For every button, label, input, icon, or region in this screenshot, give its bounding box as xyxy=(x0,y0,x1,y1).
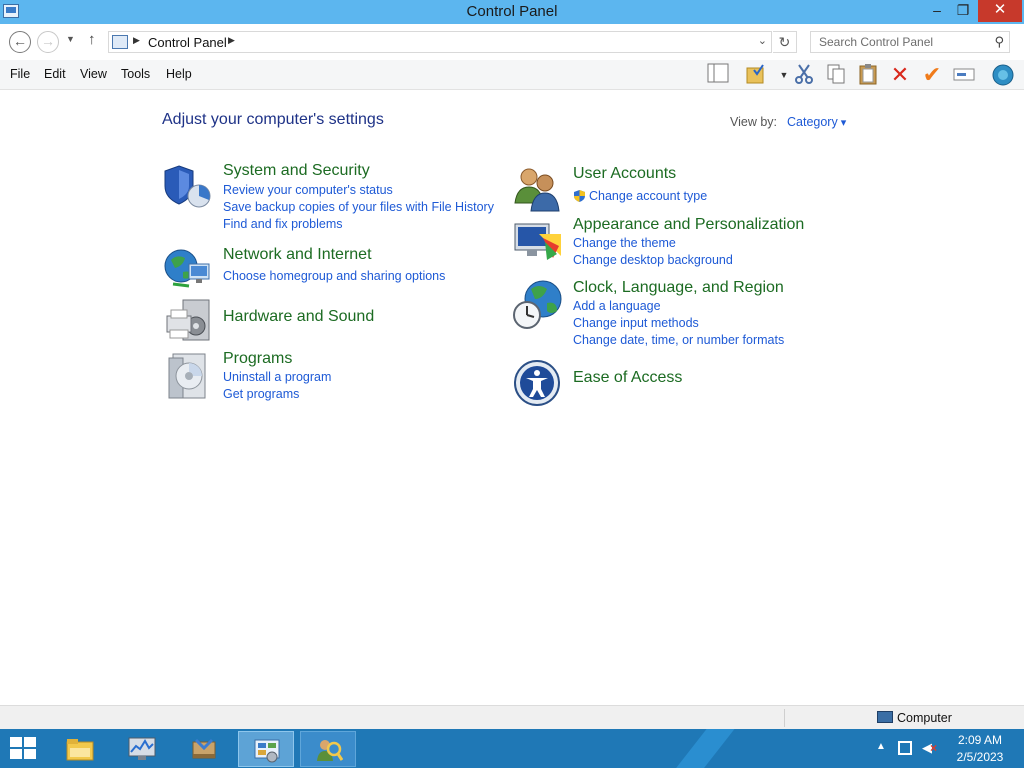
menu-tools[interactable]: Tools xyxy=(121,67,150,81)
ease-of-access-icon[interactable] xyxy=(513,359,563,409)
user-search-icon[interactable] xyxy=(300,731,356,767)
computer-icon xyxy=(877,711,893,723)
link-change-desktop-background[interactable]: Change desktop background xyxy=(573,253,733,267)
monitor-palette-icon[interactable] xyxy=(513,216,563,266)
shield-icon[interactable] xyxy=(163,162,213,212)
link-change-date-time-formats[interactable]: Change date, time, or number formats xyxy=(573,333,784,347)
address-bar[interactable]: ▶ Control Panel ▶ ⌄ xyxy=(108,31,772,53)
menu-bar: File Edit View Tools Help ▼ ✕ ✔ xyxy=(0,60,1024,90)
close-button[interactable]: ✕ xyxy=(978,0,1022,22)
minimize-button[interactable]: – xyxy=(924,0,950,22)
rename-icon[interactable] xyxy=(952,63,976,87)
layout-icon[interactable] xyxy=(706,63,730,87)
link-uninstall-program[interactable]: Uninstall a program xyxy=(223,370,331,384)
link-get-programs[interactable]: Get programs xyxy=(223,387,299,401)
shell-icon[interactable] xyxy=(991,63,1015,87)
title-bar: Control Panel – ❐ ✕ xyxy=(0,0,1024,24)
window-title: Control Panel xyxy=(466,3,558,20)
search-box[interactable]: ⚲ xyxy=(810,31,1010,53)
search-icon[interactable]: ⚲ xyxy=(994,34,1004,50)
category-system-and-security: System and Security Review your computer… xyxy=(163,162,494,232)
breadcrumb-control-panel[interactable]: Control Panel xyxy=(148,35,227,50)
recent-locations-dropdown[interactable]: ▼ xyxy=(66,34,75,44)
copy-icon[interactable] xyxy=(824,63,848,87)
menu-help[interactable]: Help xyxy=(166,67,192,81)
category-title[interactable]: Appearance and Personalization xyxy=(573,216,804,234)
control-panel-icon xyxy=(112,35,128,49)
taskbar-decoration xyxy=(664,729,738,768)
address-dropdown-icon[interactable]: ⌄ xyxy=(758,34,767,47)
category-user-accounts: User Accounts Change account type xyxy=(513,165,843,215)
clock-time[interactable]: 2:09 AM xyxy=(955,733,1005,747)
menu-file[interactable]: File xyxy=(10,67,30,81)
link-label[interactable]: Change account type xyxy=(589,189,707,203)
category-title[interactable]: Hardware and Sound xyxy=(223,308,374,326)
view-by-dropdown[interactable]: Category xyxy=(787,115,846,129)
file-explorer-icon[interactable] xyxy=(52,731,108,767)
show-hidden-icons-button[interactable]: ▲ xyxy=(876,741,886,752)
link-find-fix-problems[interactable]: Find and fix problems xyxy=(223,217,343,231)
uac-shield-icon xyxy=(574,190,585,202)
category-title[interactable]: Network and Internet xyxy=(223,246,372,264)
category-title[interactable]: User Accounts xyxy=(573,165,676,183)
performance-monitor-icon[interactable] xyxy=(114,731,170,767)
delete-icon[interactable]: ✕ xyxy=(888,63,912,87)
category-title[interactable]: Clock, Language, and Region xyxy=(573,279,784,297)
forward-button[interactable]: → xyxy=(37,31,59,53)
link-add-language[interactable]: Add a language xyxy=(573,299,661,313)
programs-disc-icon[interactable] xyxy=(163,350,213,400)
start-button[interactable] xyxy=(10,737,36,761)
status-label: Computer xyxy=(897,711,952,725)
menu-edit[interactable]: Edit xyxy=(44,67,66,81)
status-divider xyxy=(784,709,785,727)
maximize-button[interactable]: ❐ xyxy=(950,0,976,22)
back-button[interactable]: ← xyxy=(9,31,31,53)
menu-view[interactable]: View xyxy=(80,67,107,81)
main-content: Adjust your computer's settings View by:… xyxy=(0,91,1024,705)
link-change-input-methods[interactable]: Change input methods xyxy=(573,316,699,330)
category-network-and-internet: Network and Internet Choose homegroup an… xyxy=(163,246,493,296)
category-appearance-and-personalization: Appearance and Personalization Change th… xyxy=(513,216,843,270)
breadcrumb-chevron-icon[interactable]: ▶ xyxy=(228,35,235,46)
paste-icon[interactable] xyxy=(856,63,880,87)
category-title[interactable]: System and Security xyxy=(223,162,370,180)
breadcrumb-chevron-icon[interactable]: ▶ xyxy=(133,35,140,46)
checkmark-icon[interactable]: ✔ xyxy=(920,63,944,87)
network-icon[interactable] xyxy=(898,741,912,755)
clock-date[interactable]: 2/5/2023 xyxy=(955,750,1005,764)
category-hardware-and-sound: Hardware and Sound xyxy=(163,296,493,346)
printer-icon[interactable] xyxy=(163,296,213,346)
clock-globe-icon[interactable] xyxy=(513,279,563,329)
address-toolbar: ← → ▼ ↑ ▶ Control Panel ▶ ⌄ ↻ ⚲ xyxy=(0,24,1024,60)
category-programs: Programs Uninstall a program Get program… xyxy=(163,350,493,404)
control-panel-icon[interactable] xyxy=(238,731,294,767)
link-review-status[interactable]: Review your computer's status xyxy=(223,183,393,197)
network-globe-icon[interactable] xyxy=(163,246,213,296)
category-ease-of-access: Ease of Access xyxy=(513,359,843,409)
users-icon[interactable] xyxy=(513,165,563,215)
link-file-history[interactable]: Save backup copies of your files with Fi… xyxy=(223,200,494,214)
view-by-label: View by: xyxy=(730,115,778,129)
taskbar: ▲ ◀ 2:09 AM 2/5/2023 xyxy=(0,729,1024,768)
folder-options-icon[interactable] xyxy=(744,63,768,87)
status-bar: Computer xyxy=(0,705,1024,729)
up-button[interactable]: ↑ xyxy=(88,31,96,48)
volume-muted-icon[interactable]: ◀ xyxy=(922,740,937,756)
page-heading: Adjust your computer's settings xyxy=(162,111,384,128)
server-manager-icon[interactable] xyxy=(176,731,232,767)
category-title[interactable]: Programs xyxy=(223,350,292,368)
category-title[interactable]: Ease of Access xyxy=(573,369,682,387)
link-change-theme[interactable]: Change the theme xyxy=(573,236,676,250)
refresh-button[interactable]: ↻ xyxy=(773,31,797,53)
category-clock-language-region: Clock, Language, and Region Add a langua… xyxy=(513,279,843,349)
cut-icon[interactable] xyxy=(792,63,816,87)
link-homegroup-sharing[interactable]: Choose homegroup and sharing options xyxy=(223,269,445,283)
search-input[interactable] xyxy=(811,32,989,52)
